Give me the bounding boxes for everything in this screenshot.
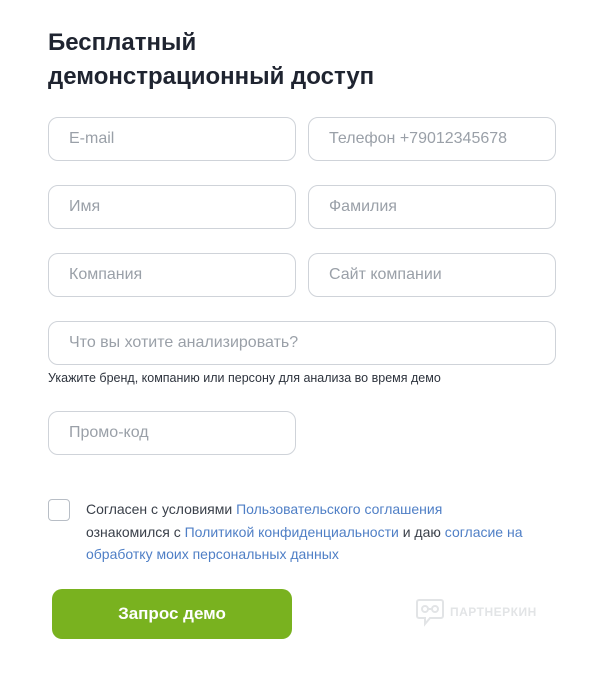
- privacy-policy-link[interactable]: Политикой конфиденциальности: [185, 524, 399, 540]
- consent-text-1: Согласен с условиями: [86, 501, 237, 517]
- watermark-text: ПАРТНЕРКИН: [450, 605, 537, 619]
- consent-checkbox[interactable]: [48, 499, 70, 521]
- analyze-field[interactable]: [48, 321, 556, 365]
- consent-text-3: и даю: [398, 523, 445, 540]
- form-title-line1: Бесплатный: [48, 29, 197, 56]
- first-name-field[interactable]: [48, 185, 296, 229]
- company-site-field[interactable]: [308, 253, 556, 297]
- promo-code-field[interactable]: [48, 411, 296, 455]
- form-title: Бесплатный демонстрационный доступ: [48, 26, 468, 94]
- analyze-hint: Укажите бренд, компанию или персону для …: [48, 371, 441, 385]
- watermark: ПАРТНЕРКИН: [416, 597, 537, 627]
- email-field[interactable]: [48, 117, 296, 161]
- form-title-line2: демонстрационный доступ: [48, 63, 375, 90]
- chat-bubble-glasses-icon: [416, 599, 444, 627]
- company-field[interactable]: [48, 253, 296, 297]
- user-agreement-link[interactable]: Пользовательского соглашения: [236, 501, 442, 517]
- last-name-field[interactable]: [308, 185, 556, 229]
- request-demo-button[interactable]: Запрос демо: [52, 589, 292, 639]
- phone-field[interactable]: [308, 117, 556, 161]
- consent-text: Согласен с условиями Пользовательского с…: [86, 498, 556, 566]
- consent-text-2: ознакомился с: [86, 523, 185, 540]
